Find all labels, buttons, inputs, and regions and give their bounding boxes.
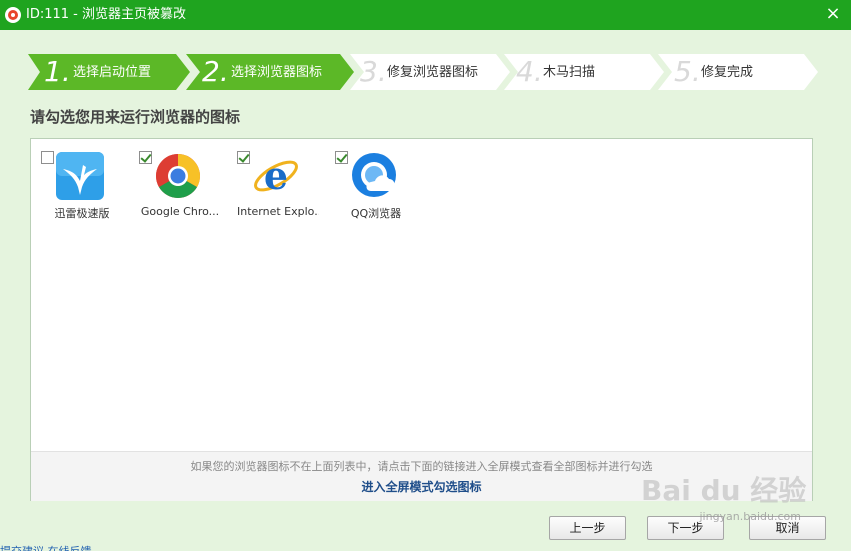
ie-icon: e <box>254 153 298 198</box>
step-1-label: 选择启动位置 <box>73 65 152 80</box>
browser-name-thunder: 迅雷极速版 <box>54 207 110 220</box>
step-2: 2. 选择浏览器图标 <box>186 54 354 90</box>
browser-option-chrome[interactable]: Google Chro... <box>139 151 235 221</box>
checkbox-qq[interactable] <box>335 151 348 164</box>
browser-option-qq[interactable]: QQ浏览器 <box>335 151 431 221</box>
window-title: ID:111 - 浏览器主页被篡改 <box>26 7 186 22</box>
step-4-label: 木马扫描 <box>543 65 596 80</box>
checkbox-ie[interactable] <box>237 151 250 164</box>
thunder-icon <box>56 152 104 200</box>
title-bar[interactable]: ID:111 - 浏览器主页被篡改 × <box>0 0 851 30</box>
chrome-icon <box>156 154 200 198</box>
checkbox-chrome[interactable] <box>139 151 152 164</box>
browser-option-ie[interactable]: e Internet Explo... <box>237 151 333 221</box>
feedback-link[interactable]: 提交建议 在线反馈 <box>0 543 92 551</box>
selection-prompt: 请勾选您用来运行浏览器的图标 <box>30 108 241 126</box>
step-4-number: 4. <box>516 55 543 88</box>
footer-hint: 如果您的浏览器图标不在上面列表中，请点击下面的链接进入全屏模式查看全部图标并进行… <box>190 460 653 473</box>
prev-button[interactable]: 上一步 <box>549 516 626 540</box>
browser-name-qq: QQ浏览器 <box>350 207 402 220</box>
browser-option-thunder[interactable]: 迅雷极速版 <box>41 151 137 221</box>
step-2-label: 选择浏览器图标 <box>231 65 323 80</box>
close-icon[interactable]: × <box>823 3 843 25</box>
watermark-url: jingyan.baidu.com <box>699 510 801 523</box>
wizard-steps: 1. 选择启动位置 2. 选择浏览器图标 3. 修复浏览器图标 4. 木马扫描 <box>28 54 818 90</box>
svg-text:e: e <box>264 153 288 198</box>
icon-list-panel: 迅雷极速版 Google Chro... e Internet Explo... <box>30 138 813 501</box>
step-1-number: 1. <box>44 55 71 88</box>
app-window: ID:111 - 浏览器主页被篡改 × 1. 选择启动位置 2. 选择浏览器图标… <box>0 0 851 551</box>
fullscreen-mode-link[interactable]: 进入全屏模式勾选图标 <box>31 478 812 495</box>
step-2-number: 2. <box>202 55 229 88</box>
step-5-number: 5. <box>674 55 701 88</box>
step-5: 5. 修复完成 <box>658 54 818 90</box>
step-5-label: 修复完成 <box>701 65 754 80</box>
browser-name-chrome: Google Chro... <box>140 205 220 218</box>
step-4: 4. 木马扫描 <box>504 54 664 90</box>
app-logo-icon <box>5 7 21 23</box>
panel-footer: 如果您的浏览器图标不在上面列表中，请点击下面的链接进入全屏模式查看全部图标并进行… <box>31 451 812 501</box>
step-1: 1. 选择启动位置 <box>28 54 190 90</box>
checkbox-thunder[interactable] <box>41 151 54 164</box>
step-3-label: 修复浏览器图标 <box>387 65 479 80</box>
qq-browser-icon <box>352 153 396 197</box>
step-3-number: 3. <box>360 55 387 88</box>
step-3: 3. 修复浏览器图标 <box>350 54 510 90</box>
browser-name-ie: Internet Explo... <box>237 205 319 218</box>
